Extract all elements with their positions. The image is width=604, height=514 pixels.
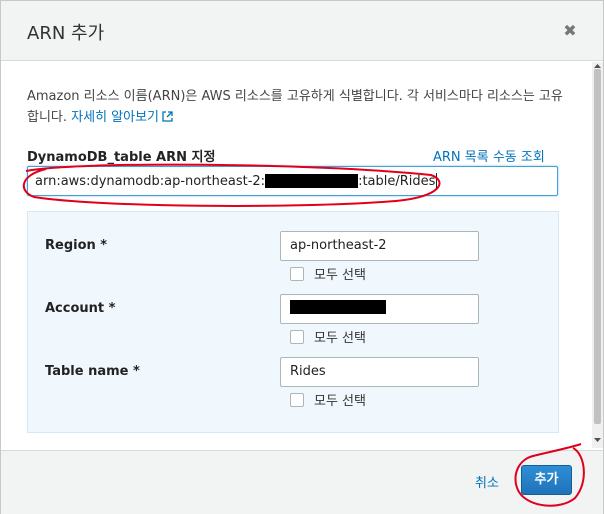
account-any-checkbox[interactable] [290,329,304,344]
dialog-header: ARN 추가 ✖ [1,1,603,61]
region-any-checkbox[interactable] [290,266,304,281]
dialog-footer [1,450,603,514]
scroll-down-arrow-icon[interactable] [593,437,602,444]
redacted-account-id [265,174,359,188]
arn-field-label: DynamoDB_table ARN 지정 [27,150,216,165]
arn-value-suffix: :table/Rides [358,173,436,189]
account-label: Account * [45,301,116,316]
arn-value-prefix: arn:aws:dynamodb:ap-northeast-2: [35,173,266,189]
account-any-label: 모두 선택 [314,331,366,346]
region-input[interactable]: ap-northeast-2 [280,231,479,261]
table-any-label: 모두 선택 [314,394,366,409]
cancel-button[interactable]: 취소 [475,472,499,491]
close-icon[interactable]: ✖ [562,23,578,39]
external-link-icon [162,111,173,122]
arn-description: Amazon 리소스 이름(ARN)은 AWS 리소스를 고유하게 식별합니다.… [27,86,567,128]
region-any-option[interactable]: 모두 선택 [290,264,366,283]
arn-value: arn:aws:dynamodb:ap-northeast-2: :table/R… [35,173,438,189]
redacted-account-value [290,300,386,314]
account-any-option[interactable]: 모두 선택 [290,327,366,346]
learn-more-label: 자세히 알아보기 [71,110,160,125]
learn-more-link[interactable]: 자세히 알아보기 [71,110,173,125]
region-label: Region * [45,238,108,253]
scrollbar-thumb[interactable] [594,69,601,424]
table-any-checkbox[interactable] [290,392,304,407]
table-name-label: Table name * [45,364,140,379]
table-any-option[interactable]: 모두 선택 [290,390,366,409]
account-input[interactable] [280,294,479,324]
region-any-label: 모두 선택 [314,268,366,283]
dialog-title: ARN 추가 [27,23,105,44]
add-button[interactable]: 추가 [521,465,572,495]
scroll-up-arrow-icon[interactable] [593,62,602,69]
table-name-input[interactable]: Rides [280,357,479,387]
manual-arn-link[interactable]: ARN 목록 수동 조회 [433,146,545,165]
add-arn-dialog: ARN 추가 ✖ Amazon 리소스 이름(ARN)은 AWS 리소스를 고유… [0,0,604,514]
text-cursor [436,173,438,189]
